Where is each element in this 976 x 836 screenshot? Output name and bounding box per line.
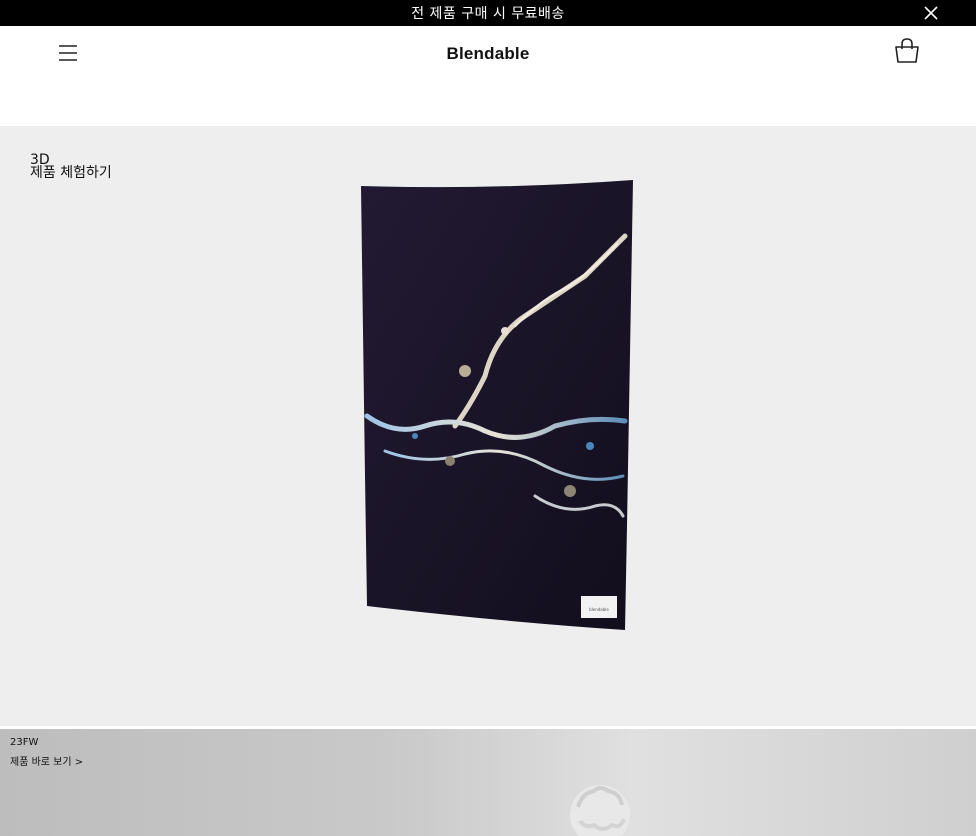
shopping-bag-icon[interactable] (893, 38, 921, 64)
site-header: Blendable (0, 26, 976, 126)
site-logo[interactable]: Blendable (0, 44, 976, 64)
announcement-text: 전 제품 구매 시 무료배송 (411, 6, 565, 22)
product-tag-label: blendable (581, 596, 617, 618)
collection-banner[interactable]: 23FW 제품 바로 보기 > (0, 729, 976, 836)
viewer-title-line2: 제품 체험하기 (30, 165, 112, 181)
statue-image (570, 785, 630, 836)
close-icon[interactable] (922, 4, 940, 22)
promo-season: 23FW (10, 737, 39, 748)
product-tag-text: blendable (589, 607, 609, 612)
viewer-title: 3D 제품 체험하기 (30, 153, 112, 181)
3d-product-canvas[interactable]: blendable (355, 176, 640, 636)
view-products-link[interactable]: 제품 바로 보기 > (10, 753, 83, 768)
product-3d-viewer: 3D 제품 체험하기 blendable (0, 126, 976, 726)
tapestry-fabric (361, 180, 633, 630)
announcement-bar: 전 제품 구매 시 무료배송 (0, 0, 976, 26)
